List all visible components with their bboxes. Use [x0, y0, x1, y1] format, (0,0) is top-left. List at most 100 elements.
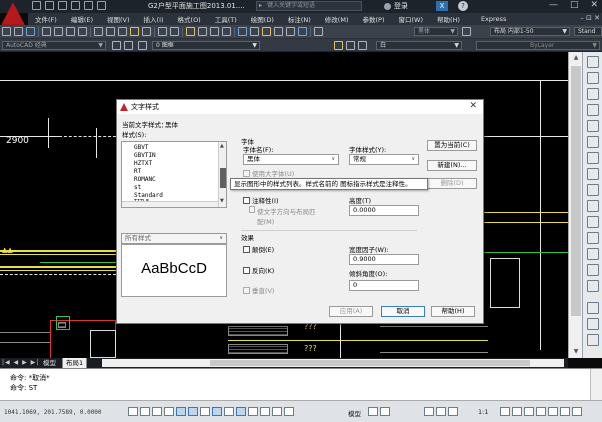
horizontal-scrollbar[interactable]: [102, 359, 564, 367]
list-item[interactable]: HZTXT: [134, 160, 152, 167]
mirror-icon[interactable]: [587, 88, 599, 100]
list-item[interactable]: Standard: [134, 192, 163, 199]
quick-view-layouts-icon[interactable]: [368, 407, 378, 416]
workspace-combo[interactable]: AutoCAD 经典 ▼: [2, 41, 106, 50]
oblique-angle-input[interactable]: 0: [349, 280, 419, 291]
list-item[interactable]: GBVT: [134, 144, 148, 151]
menu-insert[interactable]: 插入(I): [137, 14, 171, 24]
dimension-style-combo[interactable]: 布局 内部1-50 ▼: [490, 27, 570, 36]
menu-edit[interactable]: 编辑(E): [64, 14, 100, 24]
grid-display-icon[interactable]: [152, 407, 162, 416]
list-item[interactable]: ROMANC: [134, 176, 156, 183]
open-file-icon[interactable]: [14, 27, 23, 36]
array-icon[interactable]: [587, 120, 599, 132]
steeringwheel-icon[interactable]: [448, 407, 458, 416]
snap-mode-icon[interactable]: [140, 407, 150, 416]
delete-style-button[interactable]: 删除(D): [427, 178, 477, 189]
workspace-switch-icon[interactable]: [524, 407, 534, 416]
paste-icon[interactable]: [118, 27, 127, 36]
transparency-icon[interactable]: [260, 407, 270, 416]
dialog-close-button[interactable]: ✕: [469, 101, 477, 111]
styles-list[interactable]: GBVT GBVTIN HZTXT RT ROMANC st Standard …: [121, 141, 227, 208]
menu-dimension[interactable]: 标注(N): [281, 14, 318, 24]
dynamic-ucs-icon[interactable]: [224, 407, 234, 416]
style-filter-select[interactable]: 所有样式 ∨: [121, 233, 227, 244]
new-icon[interactable]: [32, 1, 41, 10]
layer-manager-icon[interactable]: [124, 41, 133, 50]
save-icon[interactable]: [58, 1, 67, 10]
toolbar-lock-icon[interactable]: [536, 407, 546, 416]
layer-properties-icon[interactable]: [138, 41, 147, 50]
cut-icon[interactable]: [94, 27, 103, 36]
block-editor-icon[interactable]: [142, 27, 151, 36]
menu-draw[interactable]: 绘图(D): [244, 14, 281, 24]
rotate-icon[interactable]: [587, 152, 599, 164]
match-orientation-checkbox[interactable]: 使文字方向与布局匹配(M): [249, 206, 319, 226]
polar-tracking-icon[interactable]: [176, 407, 186, 416]
color-combo[interactable]: 白 ▼: [376, 41, 462, 50]
quick-view-drawings-icon[interactable]: [380, 407, 390, 416]
login-button[interactable]: 登录: [384, 1, 408, 11]
erase-icon[interactable]: [587, 56, 599, 68]
scroll-thumb[interactable]: [571, 66, 581, 316]
tab-navigation[interactable]: |◀ ◀ ▶ ▶|: [2, 359, 39, 366]
redo-icon[interactable]: [97, 1, 106, 10]
object-snap-tracking-icon[interactable]: [212, 407, 222, 416]
zoom-realtime-icon[interactable]: [198, 27, 207, 36]
zoom-previous-icon[interactable]: [222, 27, 231, 36]
trim-icon[interactable]: [587, 200, 599, 212]
zoom-status-icon[interactable]: [436, 407, 446, 416]
lineweight-icon[interactable]: [248, 407, 258, 416]
markup-icon[interactable]: [286, 27, 295, 36]
join-icon[interactable]: [587, 248, 599, 260]
vertical-checkbox[interactable]: 垂直(V): [243, 285, 275, 295]
workspace-settings-icon[interactable]: [112, 41, 121, 50]
sheet-set-icon[interactable]: [274, 27, 283, 36]
offset-icon[interactable]: [587, 104, 599, 116]
menu-tools[interactable]: 工具(T): [208, 14, 244, 24]
chamfer-icon[interactable]: [587, 264, 599, 276]
dialog-title-bar[interactable]: 文字样式 ✕: [117, 100, 483, 114]
menu-express[interactable]: Express: [467, 15, 513, 23]
menu-view[interactable]: 视图(V): [100, 14, 137, 24]
backwards-checkbox[interactable]: 反向(K): [243, 265, 274, 275]
linetype-combo[interactable]: ByLayer ▼: [476, 41, 600, 50]
table-style-combo[interactable]: Stand: [574, 27, 602, 36]
layer-previous-icon[interactable]: [346, 41, 355, 50]
undo-icon[interactable]: [158, 27, 167, 36]
set-current-button[interactable]: 置为当前(C): [427, 140, 477, 151]
scroll-thumb[interactable]: [210, 360, 530, 366]
auto-scale-icon[interactable]: [512, 407, 522, 416]
new-file-icon[interactable]: [2, 27, 11, 36]
layer-states-icon[interactable]: [358, 41, 367, 50]
list-scrollbar[interactable]: ▲ ▼: [218, 142, 226, 207]
cancel-button[interactable]: 取消: [381, 306, 425, 317]
height-input[interactable]: 0.0000: [349, 205, 419, 216]
scroll-down-icon[interactable]: ▼: [571, 348, 581, 356]
copy-object-icon[interactable]: [587, 72, 599, 84]
document-window-controls[interactable]: – ⊡ ✕: [580, 14, 600, 22]
pan-status-icon[interactable]: [424, 407, 434, 416]
table-icon[interactable]: [587, 334, 599, 346]
dynamic-input-icon[interactable]: [236, 407, 246, 416]
tab-model[interactable]: 模型: [40, 358, 59, 368]
match-properties-icon[interactable]: [130, 27, 139, 36]
make-current-layer-icon[interactable]: [334, 41, 343, 50]
layer-combo[interactable]: 0 图框 ▼: [152, 41, 260, 50]
hardware-acceleration-icon[interactable]: [548, 407, 558, 416]
scroll-up-icon[interactable]: ▲: [571, 54, 581, 62]
font-style-combo[interactable]: 黑体 ▼: [414, 27, 458, 36]
search-input[interactable]: 键入关键字或短语: [256, 1, 362, 11]
list-item[interactable]: st: [134, 184, 141, 191]
list-item[interactable]: RT: [134, 168, 141, 175]
annotative-checkbox[interactable]: 注释性(I): [243, 195, 279, 205]
open-icon[interactable]: [45, 1, 54, 10]
quick-properties-icon[interactable]: [272, 407, 282, 416]
ortho-mode-icon[interactable]: [164, 407, 174, 416]
menu-window[interactable]: 窗口(W): [391, 14, 430, 24]
annotation-visibility-icon[interactable]: [500, 407, 510, 416]
space-indicator[interactable]: 模型: [348, 408, 361, 418]
menu-format[interactable]: 格式(O): [171, 14, 208, 24]
print-icon[interactable]: [71, 1, 80, 10]
move-icon[interactable]: [587, 136, 599, 148]
